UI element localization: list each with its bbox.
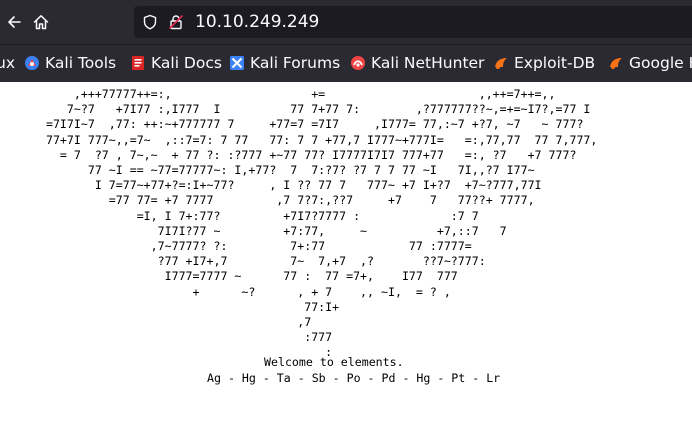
address-bar[interactable]: 10.10.249.249 <box>134 6 692 38</box>
kali-nethunter-icon <box>351 56 365 70</box>
bookmark-item-truncated[interactable]: ux <box>0 53 15 73</box>
back-arrow-icon[interactable] <box>2 10 26 34</box>
bookmark-kali-nethunter[interactable]: Kali NetHunter <box>350 53 484 73</box>
kali-docs-icon <box>132 56 144 70</box>
navigation-toolbar: 10.10.249.249 <box>0 0 692 44</box>
bookmark-kali-docs[interactable]: Kali Docs <box>130 53 222 73</box>
bookmark-label: Google H <box>629 54 692 72</box>
element-symbols-line: Ag - Hg - Ta - Sb - Po - Pd - Hg - Pt - … <box>207 371 501 385</box>
kali-tools-icon <box>25 56 39 70</box>
bookmark-label: Exploit-DB <box>514 54 596 72</box>
bookmark-label: Kali Docs <box>151 54 222 72</box>
insecure-lock-icon[interactable] <box>168 14 184 30</box>
bookmark-label: Kali Forums <box>250 54 341 72</box>
welcome-message: Welcome to elements. <box>264 355 404 369</box>
ascii-art-banner: ,+++77777++=:, += ,,++=7++=,, 7~?7 +7I77… <box>45 87 598 360</box>
kali-forums-icon <box>230 56 244 70</box>
bookmarks-toolbar: ux Kali Tools Kali Docs Kali <box>0 44 692 83</box>
bookmark-exploit-db[interactable]: Exploit-DB <box>493 53 595 73</box>
exploit-db-icon <box>495 58 507 69</box>
bookmark-google-hacking-db[interactable]: Google H <box>608 53 692 73</box>
tracking-protection-shield-icon[interactable] <box>142 14 158 30</box>
bookmark-label: Kali NetHunter <box>371 54 485 72</box>
bookmark-label: ux <box>0 54 15 72</box>
bookmark-label: Kali Tools <box>45 54 117 72</box>
page-content: ,+++77777++=:, += ,,++=7++=,, 7~?7 +7I77… <box>0 82 692 446</box>
home-icon[interactable] <box>29 10 53 34</box>
google-hacking-db-icon <box>610 58 622 69</box>
url-text[interactable]: 10.10.249.249 <box>195 10 319 34</box>
bookmark-kali-tools[interactable]: Kali Tools <box>24 53 116 73</box>
bookmark-kali-forums[interactable]: Kali Forums <box>229 53 340 73</box>
browser-chrome: 10.10.249.249 ux Kali Tools Kali Docs <box>0 0 692 83</box>
